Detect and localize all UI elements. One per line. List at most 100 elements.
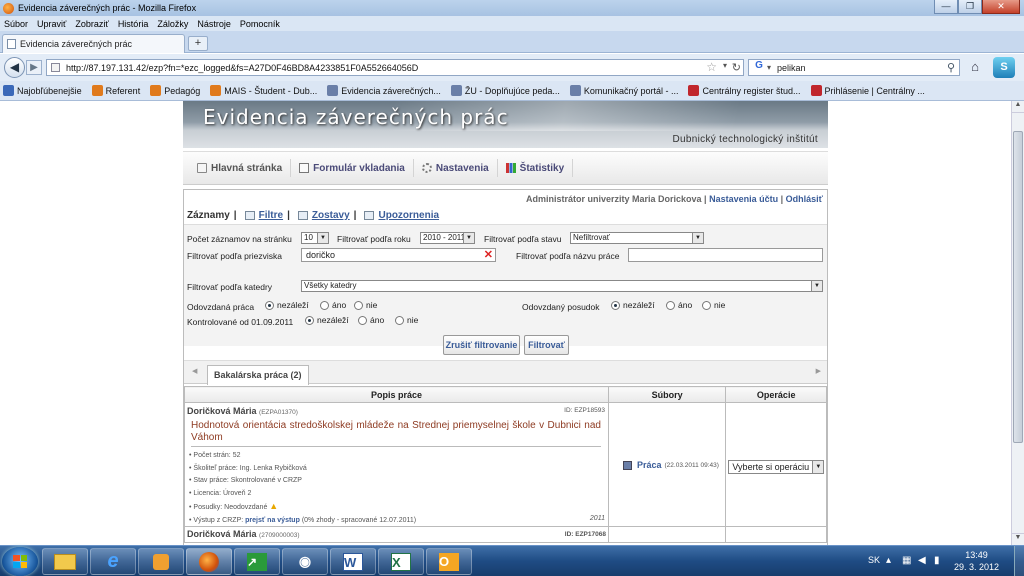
- url-dropdown-icon[interactable]: ▾: [723, 61, 727, 70]
- scrollbar-thumb[interactable]: [1013, 131, 1023, 443]
- skype-icon[interactable]: S: [993, 57, 1015, 78]
- menu-nastroje[interactable]: Nástroje: [197, 19, 231, 29]
- review-label: Odovzdaný posudok: [522, 302, 600, 312]
- per-page-select[interactable]: 10 ▼: [301, 232, 329, 244]
- new-tab-button[interactable]: +: [188, 36, 208, 51]
- clock[interactable]: 13:49 29. 3. 2012: [954, 549, 999, 573]
- search-engine-dropdown-icon[interactable]: ▾: [767, 63, 771, 72]
- review-no-radio[interactable]: nie: [702, 300, 725, 310]
- operation-select[interactable]: Vyberte si operáciu ▼: [728, 460, 825, 474]
- firefox-taskbar-icon[interactable]: [186, 548, 232, 575]
- apply-filter-button[interactable]: Filtrovať: [524, 335, 569, 355]
- menu-subor[interactable]: Súbor: [4, 19, 28, 29]
- reload-icon[interactable]: ↻: [732, 61, 741, 74]
- back-button[interactable]: ◀: [4, 57, 25, 78]
- stocks-app-icon[interactable]: ↗: [234, 548, 280, 575]
- submitted-any-radio[interactable]: nezáleží: [265, 300, 309, 310]
- reset-filter-button[interactable]: Zrušiť filtrovanie: [443, 335, 520, 355]
- checked-any-radio[interactable]: nezáleží: [305, 315, 349, 325]
- menu-upravit[interactable]: Upraviť: [37, 19, 66, 29]
- site-identity-icon: [51, 63, 60, 72]
- alerts-link[interactable]: Upozornenia: [378, 210, 439, 221]
- language-indicator[interactable]: SK: [868, 555, 880, 565]
- file-link[interactable]: Práca: [637, 460, 662, 470]
- file-date: (22.03.2011 09:43): [664, 461, 719, 469]
- explorer-icon[interactable]: [42, 548, 88, 575]
- bookmark-star-icon[interactable]: ☆: [706, 60, 717, 74]
- submitted-yes-radio[interactable]: áno: [320, 300, 346, 310]
- minimize-button[interactable]: —: [934, 0, 958, 14]
- scroll-right-icon[interactable]: ▶: [816, 367, 821, 375]
- menu-pomocnik[interactable]: Pomocník: [240, 19, 280, 29]
- nav-home[interactable]: Hlavná stránka: [189, 159, 292, 177]
- report-icon: [297, 211, 308, 220]
- surname-input[interactable]: doričko ✕: [301, 248, 496, 262]
- review-any-radio[interactable]: nezáleží: [611, 300, 655, 310]
- state-select[interactable]: Nefiltrovať ▼: [570, 232, 704, 244]
- search-input[interactable]: pelikan: [777, 63, 806, 73]
- user-role: Administrátor univerzity Maria Dorickova: [525, 194, 702, 204]
- home-icon[interactable]: ⌂: [966, 59, 984, 76]
- clear-icon[interactable]: ✕: [484, 249, 493, 261]
- account-settings-link[interactable]: Nastavenia účtu: [709, 194, 778, 204]
- nav-settings[interactable]: Nastavenia: [414, 159, 498, 177]
- reports-link[interactable]: Zostavy: [312, 210, 350, 221]
- internet-explorer-icon[interactable]: e: [90, 548, 136, 575]
- checked-no-radio[interactable]: nie: [395, 315, 418, 325]
- tray-arrow-icon[interactable]: ▴: [886, 555, 891, 566]
- records-label[interactable]: Záznamy: [187, 210, 230, 221]
- bookmark-item[interactable]: MAIS - Študent - Dub...: [210, 85, 317, 96]
- network-app-icon[interactable]: ◉: [282, 548, 328, 575]
- address-bar[interactable]: http://87.197.131.42/ezp?fn=*ezc_logged&…: [46, 59, 744, 76]
- network-icon[interactable]: ▦: [902, 555, 911, 566]
- review-yes-radio[interactable]: áno: [666, 300, 692, 310]
- search-icon[interactable]: ⚲: [947, 61, 955, 74]
- scroll-down-icon[interactable]: ▼: [1012, 533, 1024, 545]
- maximize-button[interactable]: ❐: [958, 0, 982, 14]
- close-button[interactable]: ✕: [982, 0, 1020, 14]
- dept-select[interactable]: Všetky katedry ▼: [301, 280, 823, 292]
- nav-statistics[interactable]: Štatistiky: [498, 159, 574, 177]
- outlook-icon[interactable]: O: [426, 548, 472, 575]
- menu-historia[interactable]: História: [118, 19, 149, 29]
- forward-button[interactable]: ▶: [26, 60, 42, 75]
- volume-icon[interactable]: ◀: [918, 555, 926, 566]
- bookmark-item[interactable]: Prihlásenie | Centrálny ...: [810, 85, 925, 96]
- media-player-icon[interactable]: [138, 548, 184, 575]
- menu-zalozky[interactable]: Záložky: [157, 19, 188, 29]
- excel-icon[interactable]: X: [378, 548, 424, 575]
- record-id: ID: EZP18593: [564, 407, 605, 414]
- show-desktop-button[interactable]: [1014, 546, 1024, 576]
- bookmark-icon: [569, 85, 581, 96]
- menu-zobrazit[interactable]: Zobraziť: [75, 19, 108, 29]
- checked-yes-radio[interactable]: áno: [358, 315, 384, 325]
- logout-link[interactable]: Odhlásiť: [786, 194, 823, 204]
- nav-form[interactable]: Formulár vkladania: [291, 159, 414, 177]
- table-row: Doričková Mária (2709000003) ID: EZP17068: [184, 526, 827, 543]
- bookmark-icon: [810, 85, 822, 96]
- search-bar[interactable]: G ▾ pelikan ⚲: [748, 59, 960, 76]
- year-select[interactable]: 2010 - 2011 ▼: [420, 232, 475, 244]
- title-input[interactable]: [628, 248, 823, 262]
- vertical-scrollbar[interactable]: ▲ ▼: [1011, 101, 1024, 545]
- bookmark-item[interactable]: Evidencia záverečných...: [327, 85, 441, 96]
- tab-bachelor[interactable]: Bakalárska práca (2): [207, 365, 309, 385]
- chevron-down-icon: ▼: [692, 233, 703, 243]
- bookmark-item[interactable]: Centrálny register štud...: [688, 85, 801, 96]
- bookmark-item[interactable]: ŽU - Doplňujúce peda...: [450, 85, 560, 96]
- browser-tab[interactable]: Evidencia záverečných prác: [2, 34, 185, 53]
- bookmark-item[interactable]: Komunikačný portál - ...: [569, 85, 678, 96]
- filters-link[interactable]: Filtre: [259, 210, 283, 221]
- bookmark-item[interactable]: Najobľúbenejšie: [3, 85, 82, 96]
- battery-icon[interactable]: ▮: [934, 555, 940, 566]
- record-title[interactable]: Hodnotová orientácia stredoškolskej mlád…: [191, 420, 601, 447]
- bookmark-item[interactable]: Referent: [91, 85, 140, 96]
- scroll-left-icon[interactable]: ◀: [192, 367, 197, 375]
- record-files: Práca (22.03.2011 09:43): [609, 403, 725, 526]
- start-button[interactable]: [2, 547, 38, 576]
- submitted-no-radio[interactable]: nie: [354, 300, 377, 310]
- bookmark-item[interactable]: Pedagóg: [150, 85, 200, 96]
- crzp-output-link[interactable]: prejsť na výstup: [245, 517, 300, 524]
- scroll-up-icon[interactable]: ▲: [1012, 101, 1024, 113]
- word-icon[interactable]: W: [330, 548, 376, 575]
